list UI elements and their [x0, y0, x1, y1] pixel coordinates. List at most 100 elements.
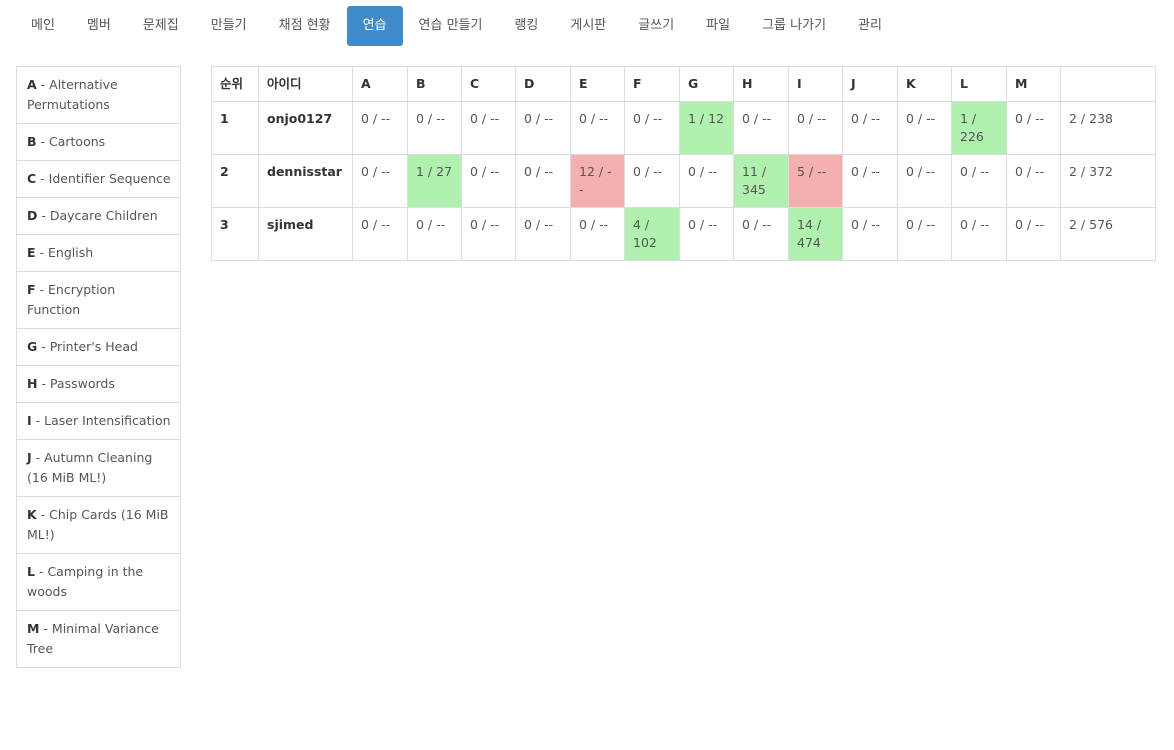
problem-letter: B [27, 134, 37, 149]
rank-cell: 2 [211, 154, 259, 208]
sidebar-item-problem-m[interactable]: M - Minimal Variance Tree [17, 611, 180, 668]
nav-tab[interactable]: 채점 현황 [263, 6, 347, 46]
column-header: I [788, 66, 843, 102]
problem-title: Cartoons [49, 134, 106, 149]
score-cell: 0 / -- [842, 101, 898, 155]
column-header: K [897, 66, 952, 102]
score-cell: 0 / -- [407, 101, 462, 155]
sidebar-item-problem-e[interactable]: E - English [17, 235, 180, 272]
score-cell: 0 / -- [461, 207, 516, 261]
problem-letter: C [27, 171, 37, 186]
user-id-cell[interactable]: onjo0127 [258, 101, 353, 155]
score-cell: 0 / -- [951, 154, 1007, 208]
problem-letter: L [27, 564, 35, 579]
column-header: C [461, 66, 516, 102]
problem-title: Autumn Cleaning (16 MiB ML!) [27, 450, 153, 485]
score-cell: 0 / -- [461, 101, 516, 155]
problem-letter: M [27, 621, 40, 636]
table-row: 2 dennisstar 0 / -- 1 / 27 0 / -- 0 / -- 12 / … [211, 154, 1156, 208]
nav-tab[interactable]: 그룹 나가기 [746, 6, 842, 46]
scoreboard-body: 1 onjo0127 0 / -- 0 / -- 0 / -- 0 / -- 0 / -- 0… [211, 101, 1156, 261]
column-header [1060, 66, 1156, 102]
score-cell: 0 / -- [570, 207, 625, 261]
nav-tab[interactable]: 연습 만들기 [403, 6, 499, 46]
score-cell: 0 / -- [842, 154, 898, 208]
rank-cell: 1 [211, 101, 259, 155]
sidebar-item-problem-f[interactable]: F - Encryption Function [17, 272, 180, 329]
sidebar-item-problem-k[interactable]: K - Chip Cards (16 MiB ML!) [17, 497, 180, 554]
score-cell: 0 / -- [461, 154, 516, 208]
score-cell: 0 / -- [407, 207, 462, 261]
top-nav: 메인 멤버 문제집 만들기 채점 현황 연습 연습 만들기 랭킹 게시판 글쓰기 파일 그룹 나가기 관… [15, 6, 898, 46]
nav-tab[interactable]: 만들기 [195, 6, 263, 46]
nav-tab[interactable]: 연습 [346, 6, 403, 46]
column-header: 아이디 [258, 66, 353, 102]
sidebar-item-problem-i[interactable]: I - Laser Intensification [17, 403, 180, 440]
score-cell: 5 / -- [788, 154, 843, 208]
score-cell: 14 / 474 [788, 207, 843, 261]
score-cell: 0 / -- [1006, 207, 1061, 261]
score-cell: 0 / -- [679, 154, 734, 208]
nav-tab[interactable]: 멤버 [71, 6, 127, 46]
problem-title: English [48, 245, 94, 260]
score-cell: 12 / -- [570, 154, 625, 208]
problem-title: Passwords [49, 376, 115, 391]
rank-cell: 3 [211, 207, 259, 261]
column-header: L [951, 66, 1007, 102]
total-cell: 2 / 576 [1060, 207, 1156, 261]
column-header: M [1006, 66, 1061, 102]
problem-letter: J [27, 450, 32, 465]
score-cell: 1 / 12 [679, 101, 734, 155]
score-cell: 0 / -- [515, 154, 571, 208]
problem-letter: H [27, 376, 38, 391]
total-cell: 2 / 238 [1060, 101, 1156, 155]
problem-title: Printer's Head [49, 339, 138, 354]
column-header: 순위 [211, 66, 259, 102]
nav-tab[interactable]: 메인 [15, 6, 71, 46]
column-header: F [624, 66, 680, 102]
sidebar-item-problem-b[interactable]: B - Cartoons [17, 124, 180, 161]
score-cell: 0 / -- [733, 207, 789, 261]
problem-letter: K [27, 507, 37, 522]
scoreboard-table: 순위 아이디 A B C D E F G H I J K L M 1 onjo0127 0 / -- 0 / --… [211, 66, 1156, 261]
score-cell: 0 / -- [352, 101, 408, 155]
score-cell: 1 / 226 [951, 101, 1007, 155]
score-cell: 0 / -- [897, 207, 952, 261]
column-header: H [733, 66, 789, 102]
score-cell: 1 / 27 [407, 154, 462, 208]
sidebar-item-problem-g[interactable]: G - Printer's Head [17, 329, 180, 366]
score-cell: 0 / -- [897, 154, 952, 208]
score-cell: 0 / -- [1006, 101, 1061, 155]
user-id-cell[interactable]: dennisstar [258, 154, 353, 208]
nav-tab[interactable]: 관리 [842, 6, 898, 46]
problem-title: Minimal Variance Tree [27, 621, 159, 656]
sidebar-item-problem-l[interactable]: L - Camping in the woods [17, 554, 180, 611]
column-header: B [407, 66, 462, 102]
user-id-cell[interactable]: sjimed [258, 207, 353, 261]
problem-title: Identifier Sequence [48, 171, 171, 186]
column-header: D [515, 66, 571, 102]
problem-letter: A [27, 77, 37, 92]
problem-letter: I [27, 413, 32, 428]
scoreboard-header-row: 순위 아이디 A B C D E F G H I J K L M [211, 66, 1156, 102]
sidebar-item-problem-d[interactable]: D - Daycare Children [17, 198, 180, 235]
score-cell: 0 / -- [624, 154, 680, 208]
nav-tab[interactable]: 문제집 [127, 6, 195, 46]
table-row: 3 sjimed 0 / -- 0 / -- 0 / -- 0 / -- 0 / -- 4 /… [211, 207, 1156, 261]
nav-tab[interactable]: 게시판 [554, 6, 622, 46]
nav-tab[interactable]: 파일 [690, 6, 746, 46]
problem-letter: F [27, 282, 36, 297]
column-header: G [679, 66, 734, 102]
score-cell: 0 / -- [624, 101, 680, 155]
problem-title: Daycare Children [49, 208, 158, 223]
sidebar-item-problem-h[interactable]: H - Passwords [17, 366, 180, 403]
column-header: J [842, 66, 898, 102]
nav-tab[interactable]: 랭킹 [498, 6, 554, 46]
sidebar-item-problem-c[interactable]: C - Identifier Sequence [17, 161, 180, 198]
sidebar-item-problem-a[interactable]: A - Alternative Permutations [17, 67, 180, 124]
sidebar-item-problem-j[interactable]: J - Autumn Cleaning (16 MiB ML!) [17, 440, 180, 497]
problem-letter: G [27, 339, 38, 354]
score-cell: 0 / -- [352, 154, 408, 208]
nav-tab[interactable]: 글쓰기 [622, 6, 690, 46]
score-cell: 0 / -- [1006, 154, 1061, 208]
